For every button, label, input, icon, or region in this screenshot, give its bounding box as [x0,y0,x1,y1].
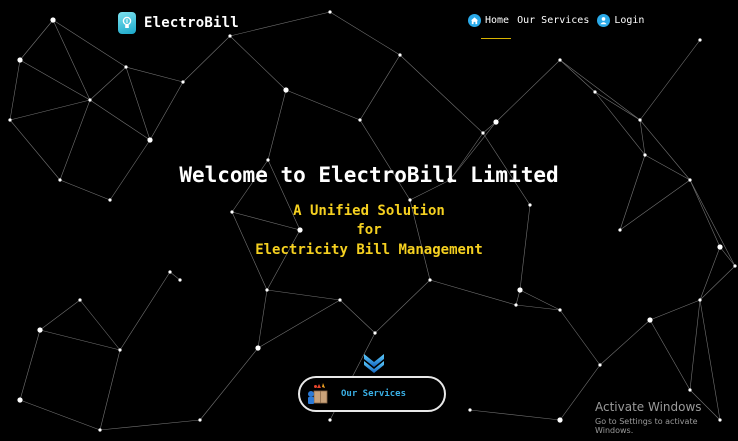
network-node [514,303,518,307]
network-node [638,118,642,122]
hero-title: Welcome to ElectroBill Limited [179,163,559,187]
nav-our-services-label: Our Services [517,15,590,26]
hero-subtitle-line-1: A Unified Solution [293,203,445,219]
network-node [118,348,122,352]
network-node [78,298,82,302]
network-node [698,38,702,42]
nav-login[interactable]: Login [597,14,644,27]
network-node [428,278,432,282]
home-icon [468,14,481,27]
network-node [265,288,269,292]
double-chevron-down-icon[interactable] [363,352,385,378]
network-node [481,131,485,135]
network-node [17,397,23,403]
network-node [688,388,692,392]
brand-name: ElectroBill [144,15,239,31]
watermark-line-1: Activate Windows [595,400,702,414]
network-node [733,264,737,268]
network-node [50,17,56,23]
network-node [8,118,12,122]
nav-our-services[interactable]: Our Services [517,15,589,26]
hero-subtitle-line-3: Electricity Bill Management [255,242,483,258]
network-node [147,137,153,143]
network-node [373,331,377,335]
network-node [408,198,412,202]
lightbulb-icon [118,12,136,34]
network-node [228,34,232,38]
network-node [468,408,472,412]
top-nav: Home Our Services Login [468,14,644,39]
watermark-line-2: Go to Settings to activate Windows. [595,417,698,435]
network-node [108,198,112,202]
user-icon [597,14,611,27]
windows-activation-watermark: Activate Windows Go to Settings to activ… [595,400,738,435]
network-node [698,298,702,302]
hero-subtitle-line-2: for [356,222,382,238]
network-node [517,287,523,293]
network-node [558,308,562,312]
network-node [643,153,647,157]
network-node [283,87,289,93]
network-node [493,119,499,125]
network-node [266,158,270,162]
brand[interactable]: ElectroBill [118,12,239,34]
network-node [338,298,342,302]
network-node [17,57,23,63]
network-node [558,58,562,62]
network-node [398,53,402,57]
network-node [593,90,597,94]
network-node [557,417,563,423]
network-node [255,345,261,351]
nav-login-label: Login [614,15,645,26]
network-node [88,98,92,102]
nav-home-label: Home [485,15,510,26]
network-node [647,317,653,323]
active-underline [481,38,511,39]
nav-home[interactable]: Home [468,14,509,27]
network-node [358,118,362,122]
our-services-button[interactable]: Our Services [298,376,446,412]
network-node [168,270,172,274]
network-node [198,418,202,422]
our-services-label: Our Services [341,389,407,399]
network-node [98,428,102,432]
network-node [124,65,128,69]
network-node [598,363,602,367]
network-node [178,278,182,282]
network-node [181,80,185,84]
network-node [37,327,43,333]
network-node [328,418,332,422]
delivery-box-icon [305,381,331,407]
network-node [328,10,332,14]
